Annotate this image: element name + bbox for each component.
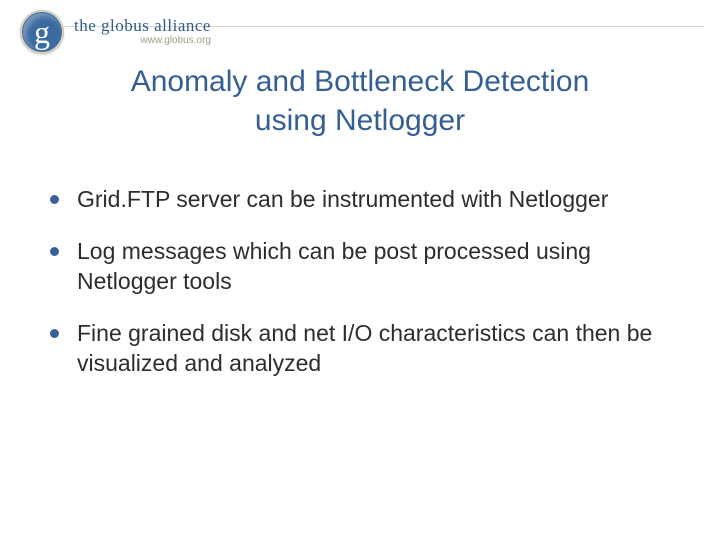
list-item: Fine grained disk and net I/O characteri…: [50, 319, 680, 379]
slide-title-line2: using Netlogger: [255, 104, 465, 137]
slide-title: Anomaly and Bottleneck Detection using N…: [0, 62, 720, 140]
globus-logo: g the globus alliance www.globus.org: [20, 10, 211, 54]
list-item: Grid.FTP server can be instrumented with…: [50, 185, 680, 215]
bullet-icon: [50, 329, 59, 338]
bullet-text: Fine grained disk and net I/O characteri…: [77, 319, 680, 379]
globus-logo-glyph: g: [20, 10, 64, 54]
logo-title: the globus alliance: [74, 17, 211, 35]
bullet-list: Grid.FTP server can be instrumented with…: [50, 185, 680, 400]
list-item: Log messages which can be post processed…: [50, 237, 680, 297]
bullet-text: Log messages which can be post processed…: [77, 237, 680, 297]
bullet-text: Grid.FTP server can be instrumented with…: [77, 185, 680, 215]
logo-subtitle: www.globus.org: [74, 36, 211, 47]
globus-logo-text: the globus alliance www.globus.org: [74, 17, 211, 46]
bullet-icon: [50, 247, 59, 256]
slide-title-line1: Anomaly and Bottleneck Detection: [131, 65, 590, 98]
bullet-icon: [50, 195, 59, 204]
